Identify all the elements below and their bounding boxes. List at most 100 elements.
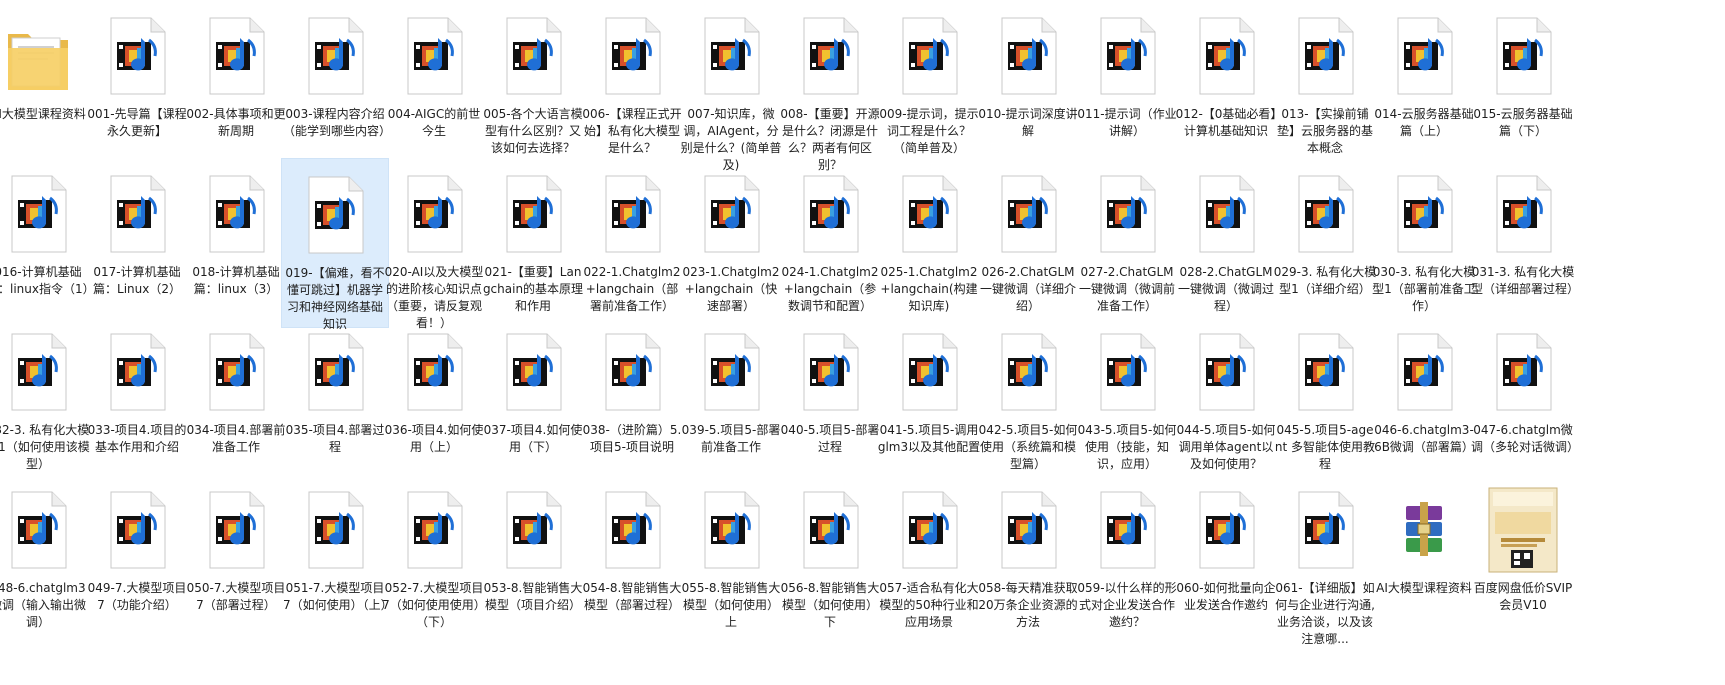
file-item[interactable]: 005-各个大语言模型有什么区别？又该如何去选择？ <box>479 0 587 170</box>
file-item[interactable]: 028-2.ChatGLM一键微调（微调过程） <box>1172 158 1280 328</box>
file-item[interactable]: 045-5.项目5-agent 多智能体使用教程 <box>1271 316 1379 486</box>
file-item[interactable]: 035-项目4.部署过程 <box>281 316 389 486</box>
file-name: 031-3. 私有化大模型（详细部署过程） <box>1471 265 1580 296</box>
file-item[interactable]: 010-提示词深度讲解 <box>974 0 1082 170</box>
file-item[interactable]: 004-AIGC的前世今生 <box>380 0 488 170</box>
folder-icon <box>2 12 74 100</box>
file-item[interactable]: 018-计算机基础篇：linux（3） <box>182 158 290 328</box>
file-name: 047-6.chatglm微调（多轮对话微调） <box>1471 423 1580 454</box>
file-item[interactable]: 026-2.ChatGLM一键微调（详细介绍） <box>974 158 1082 328</box>
video-file-icon <box>596 328 668 416</box>
file-item[interactable]: 021-【重要】Langchain的基本原理和作用 <box>479 158 587 328</box>
file-item[interactable]: 031-3. 私有化大模型（详细部署过程） <box>1469 158 1580 328</box>
video-file-icon <box>1190 12 1262 100</box>
file-item[interactable]: 012-【0基础必看】计算机基础知识 <box>1172 0 1280 170</box>
file-item[interactable]: 040-5.项目5-部署过程 <box>776 316 884 486</box>
file-item[interactable]: 027-2.ChatGLM一键微调（微调前准备工作） <box>1073 158 1181 328</box>
file-item[interactable]: 013-【实操前铺垫】云服务器的基本概念 <box>1271 0 1379 170</box>
file-item[interactable]: 032-3. 私有化大模型1（如何使用该模型） <box>0 316 92 486</box>
file-item[interactable]: 036-项目4.如何使用（上） <box>380 316 488 486</box>
file-item[interactable]: 006-【课程正式开始】私有化大模型是什么？ <box>578 0 686 170</box>
file-name: 018-计算机基础篇：linux（3） <box>192 265 280 296</box>
file-item[interactable]: 009-提示词，提示词工程是什么？（简单普及） <box>875 0 983 170</box>
video-file-icon <box>1388 328 1460 416</box>
file-name: 054-8.智能销售大模型（部署过程） <box>582 581 682 612</box>
file-item[interactable]: 025-1.Chatglm2+langchain(构建知识库) <box>875 158 983 328</box>
file-item[interactable]: 百度网盘低价SVIP会员V10 <box>1469 474 1577 644</box>
file-item[interactable]: 020-AI以及大模型的进阶核心知识点（重要，请反复观看！） <box>380 158 488 330</box>
file-item[interactable]: 039-5.项目5-部署前准备工作 <box>677 316 785 486</box>
video-file-icon <box>794 486 866 574</box>
video-file-icon <box>992 486 1064 574</box>
file-item[interactable]: 037-项目4.如何使用（下） <box>479 316 587 486</box>
file-item[interactable]: 058-每天精准获取20万条企业资源的方法 <box>974 474 1082 644</box>
file-name: 057-适合私有化大模型的50种行业和应用场景 <box>879 581 979 629</box>
file-item[interactable]: 050-7.大模型项目7（部署过程） <box>182 474 290 644</box>
video-file-icon <box>1091 170 1163 258</box>
video-file-icon <box>497 170 569 258</box>
file-item[interactable]: 042-5.项目5-如何使用（系统篇和模型篇） <box>974 316 1082 486</box>
video-file-icon <box>1190 486 1262 574</box>
file-item[interactable]: 011-提示词（作业讲解） <box>1073 0 1181 170</box>
file-item[interactable]: 023-1.Chatglm2+langchain（快速部署） <box>677 158 785 328</box>
video-file-icon <box>1388 170 1460 258</box>
file-name: 056-8.智能销售大模型（如何使用）下 <box>780 581 880 629</box>
file-item[interactable]: 007-知识库，微调，AIAgent，分别是什么？(简单普及) <box>677 0 785 172</box>
video-file-icon <box>2 170 74 258</box>
file-name: 035-项目4.部署过程 <box>285 423 385 454</box>
file-item[interactable]: 049-7.大模型项目7（功能介绍） <box>83 474 191 644</box>
file-name: 060-如何批量向企业发送合作邀约 <box>1176 581 1276 612</box>
file-item[interactable]: 003-课程内容介绍（能学到哪些内容） <box>281 0 391 170</box>
file-item[interactable]: 030-3. 私有化大模型1（部署前准备工作） <box>1370 158 1478 328</box>
video-file-icon <box>695 486 767 574</box>
file-item[interactable]: 034-项目4.部署前准备工作 <box>182 316 290 486</box>
file-name: 059-以什么样的形式对企业发送合作邀约？ <box>1077 581 1177 629</box>
file-item[interactable]: 059-以什么样的形式对企业发送合作邀约？ <box>1073 474 1181 644</box>
file-item[interactable]: 029-3. 私有化大模型1（详细介绍） <box>1271 158 1379 328</box>
video-file-icon <box>299 486 371 574</box>
file-item[interactable]: 055-8.智能销售大模型（如何使用）上 <box>677 474 785 644</box>
video-file-icon <box>695 12 767 100</box>
file-item[interactable]: 024-1.Chatglm2+langchain（参数调节和配置） <box>776 158 884 328</box>
file-item[interactable]: 056-8.智能销售大模型（如何使用）下 <box>776 474 884 644</box>
video-file-icon <box>200 328 272 416</box>
video-file-icon <box>992 12 1064 100</box>
file-item[interactable]: AI大模型课程资料 <box>1370 474 1478 644</box>
file-item[interactable]: 033-项目4.项目的基本作用和介绍 <box>83 316 191 486</box>
file-item[interactable]: 014-云服务器基础篇（上） <box>1370 0 1478 170</box>
file-name: 046-6.chatglm3-6B微调（部署篇） <box>1374 423 1474 454</box>
video-file-icon <box>794 170 866 258</box>
file-item[interactable]: 008-【重要】开源是什么？闭源是什么？两者有何区别？ <box>776 0 884 172</box>
file-item[interactable]: 046-6.chatglm3-6B微调（部署篇） <box>1370 316 1478 486</box>
file-item[interactable]: 044-5.项目5-如何调用单体agent以及如何使用？ <box>1172 316 1280 486</box>
file-item[interactable]: 048-6.chatglm3微调（输入输出微调） <box>0 474 92 644</box>
file-item[interactable]: 022-1.Chatglm2+langchain（部署前准备工作） <box>578 158 686 328</box>
folder-item[interactable]: AI大模型课程资料 <box>0 0 92 170</box>
file-item[interactable]: 043-5.项目5-如何使用（技能，知识，应用） <box>1073 316 1181 486</box>
file-name: 050-7.大模型项目7（部署过程） <box>186 581 286 612</box>
video-file-icon <box>1289 328 1361 416</box>
file-name: 061-【详细版】如何与企业进行沟通,业务洽谈，以及该注意哪... <box>1275 581 1375 646</box>
file-item[interactable]: 019-【偏难，看不懂可跳过】机器学习和神经网络基础知识 <box>281 158 389 331</box>
video-file-icon <box>101 486 173 574</box>
file-item[interactable]: 015-云服务器基础篇（下） <box>1469 0 1577 170</box>
file-name: 044-5.项目5-如何调用单体agent以及如何使用？ <box>1176 423 1276 471</box>
file-item[interactable]: 054-8.智能销售大模型（部署过程） <box>578 474 686 644</box>
file-item[interactable]: 001-先导篇【课程永久更新】 <box>83 0 191 170</box>
file-item[interactable]: 016-计算机基础篇：linux指令（1） <box>0 158 95 328</box>
file-item[interactable]: 038-（进阶篇）5.项目5-项目说明 <box>578 316 686 486</box>
file-item[interactable]: 047-6.chatglm微调（多轮对话微调） <box>1469 316 1580 486</box>
file-item[interactable]: 057-适合私有化大模型的50种行业和应用场景 <box>875 474 983 644</box>
file-item[interactable]: 041-5.项目5-调用glm3以及其他配置 <box>875 316 983 486</box>
video-file-icon <box>893 12 965 100</box>
file-item[interactable]: 060-如何批量向企业发送合作邀约 <box>1172 474 1280 644</box>
video-file-icon <box>2 328 74 416</box>
file-item[interactable]: 061-【详细版】如何与企业进行沟通,业务洽谈，以及该注意哪... <box>1271 474 1379 646</box>
file-item[interactable]: 051-7.大模型项目7（如何使用）（上） <box>281 474 393 644</box>
file-item[interactable]: 053-8.智能销售大模型（项目介绍） <box>479 474 587 644</box>
file-item[interactable]: 002-具体事项和更新周期 <box>182 0 290 170</box>
file-item[interactable]: 017-计算机基础篇：Linux（2） <box>83 158 191 328</box>
video-file-icon <box>1487 328 1559 416</box>
video-file-icon <box>299 171 371 259</box>
file-item[interactable]: 052-7.大模型项目7（如何使用使用）（下） <box>380 474 488 644</box>
